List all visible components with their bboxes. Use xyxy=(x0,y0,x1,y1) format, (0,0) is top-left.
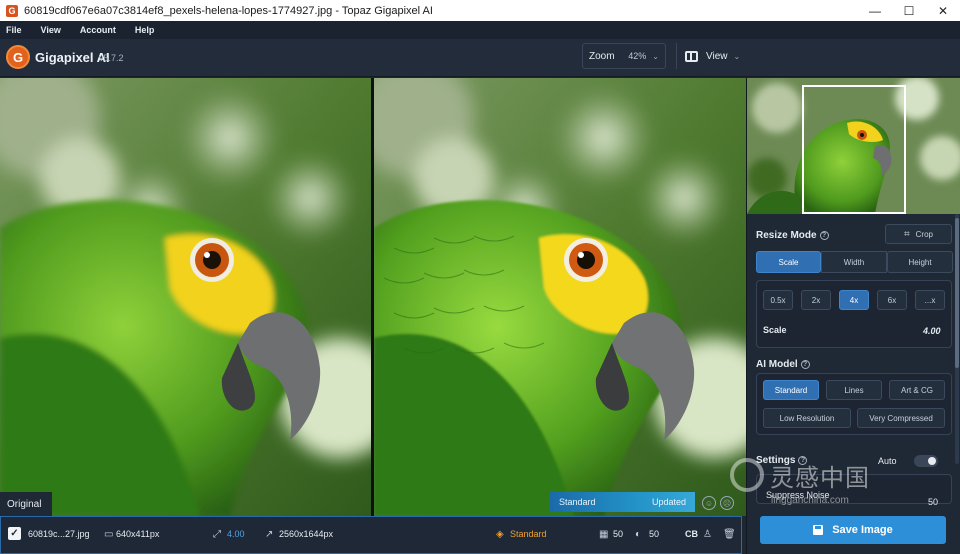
menu-view[interactable]: View xyxy=(41,25,61,35)
scale-preset-2x[interactable]: 2x xyxy=(801,290,831,310)
app-header: G Gigapixel AI v5.7.2 Zoom 42% ⌄ View ⌄ xyxy=(0,39,960,77)
model-very-compressed-button[interactable]: Very Compressed xyxy=(857,408,945,428)
zoom-dropdown[interactable]: Zoom 42% ⌄ xyxy=(582,43,666,69)
scale-value-input[interactable]: 4.00 xyxy=(923,326,941,336)
app-icon: G xyxy=(6,4,18,17)
resize-mode-title-text: Resize Mode xyxy=(756,230,817,241)
output-size-icon: ↗ xyxy=(265,529,274,540)
save-disk-icon xyxy=(813,525,824,535)
processed-parrot-image xyxy=(374,78,746,516)
model-standard-button[interactable]: Standard xyxy=(763,380,819,400)
close-button[interactable]: ✕ xyxy=(926,0,960,21)
view-label: View xyxy=(706,50,728,62)
maximize-button[interactable]: ☐ xyxy=(892,0,926,21)
scale-label: Scale xyxy=(763,325,787,335)
scale-readout: 4.00 xyxy=(227,529,245,539)
processing-status-bar: Standard Updated xyxy=(550,492,695,512)
panel-scrollbar-thumb[interactable] xyxy=(955,218,959,368)
processing-model-label: Standard xyxy=(559,497,596,507)
file-select-checkbox[interactable]: ✓ xyxy=(8,527,21,540)
tab-scale[interactable]: Scale xyxy=(756,251,821,273)
scale-preset-0-5x[interactable]: 0.5x xyxy=(763,290,793,310)
original-preview-pane[interactable] xyxy=(0,78,371,516)
scale-icon: ⤢ xyxy=(213,529,221,540)
ai-model-title: AI Model? xyxy=(756,359,810,370)
tab-height[interactable]: Height xyxy=(887,251,953,273)
original-label: Original xyxy=(0,492,52,516)
noise-icon: ▦ xyxy=(599,529,609,540)
navigator-viewport-frame[interactable] xyxy=(802,85,906,214)
watermark-text-en: lingganchina.com xyxy=(771,495,849,506)
input-size: 640x411px xyxy=(116,529,160,539)
status-noise: 50 xyxy=(613,529,624,539)
settings-auto-label: Auto xyxy=(878,456,897,466)
watermark-text-cn: 灵感中国 xyxy=(770,465,870,492)
help-icon[interactable]: ? xyxy=(800,360,810,369)
resize-mode-title: Resize Mode? xyxy=(756,230,829,241)
menu-account[interactable]: Account xyxy=(80,25,116,35)
save-image-label: Save Image xyxy=(832,524,893,536)
model-lines-button[interactable]: Lines xyxy=(826,380,882,400)
help-icon[interactable]: ? xyxy=(819,231,829,240)
processing-status-label: Updated xyxy=(651,497,686,507)
smile-icon[interactable]: ☺ xyxy=(702,496,716,510)
trash-icon[interactable]: 🗑 xyxy=(723,529,736,540)
status-blur: 50 xyxy=(649,529,660,539)
minimize-button[interactable]: — xyxy=(858,0,892,21)
status-cb: CB xyxy=(685,529,698,539)
split-view-icon xyxy=(685,50,698,62)
gigapixel-logo-icon: G xyxy=(6,45,30,69)
scale-preset-6x[interactable]: 6x xyxy=(877,290,907,310)
save-image-button[interactable]: Save Image xyxy=(760,516,946,544)
menu-help[interactable]: Help xyxy=(135,25,155,35)
tab-width[interactable]: Width xyxy=(821,251,887,273)
view-dropdown[interactable]: View ⌄ xyxy=(676,43,742,69)
menu-file[interactable]: File xyxy=(6,25,22,35)
crop-label: Crop xyxy=(915,229,933,239)
navigator-thumbnail[interactable] xyxy=(747,78,960,214)
settings-auto-toggle[interactable] xyxy=(914,455,938,467)
crop-icon: ⌗ xyxy=(904,228,910,240)
blur-icon: ◐ xyxy=(635,529,642,540)
frown-icon[interactable]: ☹ xyxy=(720,496,734,510)
status-model: Standard xyxy=(510,529,547,539)
zoom-value: 42% xyxy=(628,51,647,61)
model-low-resolution-button[interactable]: Low Resolution xyxy=(763,408,851,428)
chevron-down-icon: ⌄ xyxy=(652,51,659,61)
processed-preview-pane[interactable] xyxy=(374,78,746,516)
watermark-logo-icon xyxy=(730,458,764,492)
image-size-icon: ▭ xyxy=(104,529,114,540)
title-bar: G 60819cdf067e6a07c3814ef8_pexels-helena… xyxy=(0,0,960,21)
menu-bar: File View Account Help xyxy=(0,21,960,39)
zoom-label: Zoom xyxy=(589,50,615,62)
app-version: v5.7.2 xyxy=(99,53,124,63)
window-title: 60819cdf067e6a07c3814ef8_pexels-helena-l… xyxy=(24,4,433,17)
output-size: 2560x1644px xyxy=(279,529,334,539)
scale-preset-4x[interactable]: 4x xyxy=(839,290,869,310)
model-icon: ◈ xyxy=(496,529,504,540)
person-icon: ♙ xyxy=(703,529,712,540)
ai-model-title-text: AI Model xyxy=(756,359,798,370)
original-parrot-image xyxy=(0,78,371,516)
crop-button[interactable]: ⌗ Crop xyxy=(885,224,952,244)
chevron-down-icon: ⌄ xyxy=(733,51,741,61)
suppress-noise-value[interactable]: 50 xyxy=(928,497,938,507)
file-name: 60819c...27.jpg xyxy=(28,529,90,539)
scale-preset-custom[interactable]: ...x xyxy=(915,290,945,310)
model-art-cg-button[interactable]: Art & CG xyxy=(889,380,945,400)
